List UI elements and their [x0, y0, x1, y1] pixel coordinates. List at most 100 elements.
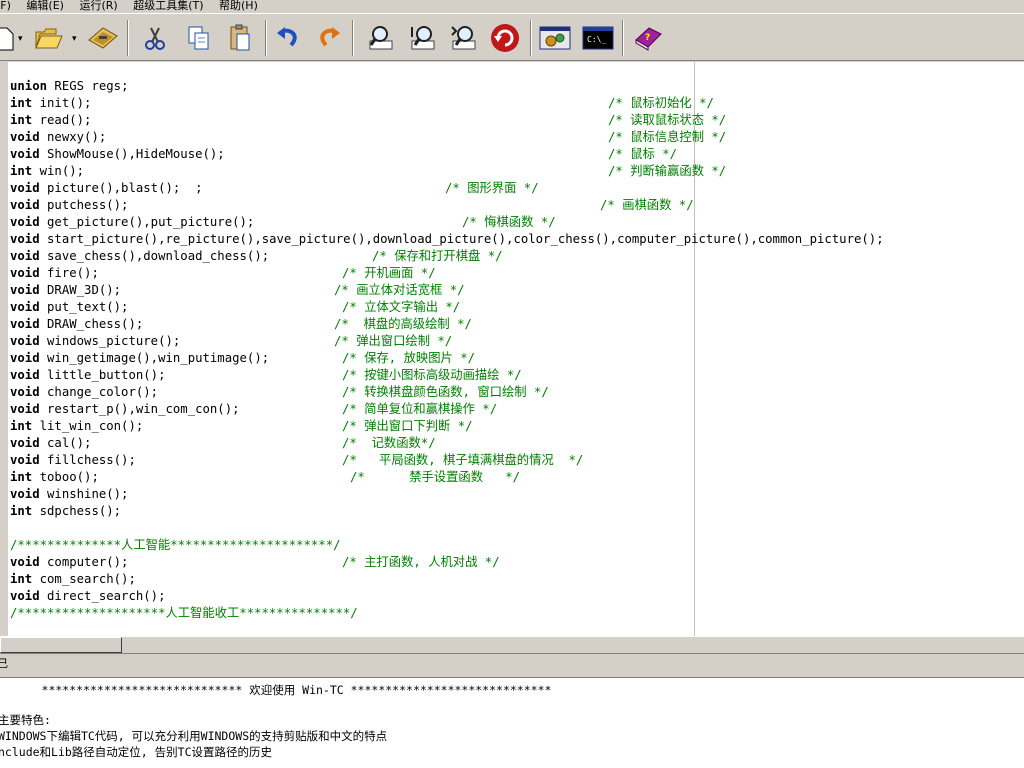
code-keyword: void — [10, 198, 40, 212]
code-statement: init(); — [32, 96, 92, 110]
code-keyword: void — [10, 334, 40, 348]
code-statement: sdpchess(); — [32, 504, 122, 518]
code-statement: restart_p(),win_com_con(); — [39, 402, 240, 416]
code-keyword: void — [10, 402, 40, 416]
code-editor[interactable]: union REGS regs; int init();/* 鼠标初始化 */in… — [0, 62, 1024, 636]
code-line: void get_picture(),put_picture(); /* 悔棋函数… — [10, 214, 884, 231]
output-line: nclude和Lib路径自动定位, 告别TC设置路径的历史 — [0, 745, 273, 759]
undo-button[interactable] — [271, 22, 305, 54]
scissors-icon — [145, 27, 165, 50]
svg-text:?: ? — [645, 33, 650, 43]
code-comment: /**************人工智能*********************… — [10, 538, 341, 552]
code-statement: little_button(); — [39, 368, 166, 382]
code-keyword: int — [10, 470, 33, 484]
menu-run[interactable]: 运行(R) — [79, 0, 117, 11]
scrollbar-thumb[interactable] — [0, 637, 122, 653]
open-file-button[interactable] — [32, 22, 66, 54]
toolbar-separator — [265, 20, 267, 56]
code-comment: /* 画棋函数 */ — [600, 198, 694, 212]
replace-button[interactable] — [447, 22, 481, 54]
code-line: void little_button(); /* 按键小图标高级动画描绘 */ — [10, 367, 884, 384]
code-line: void direct_search(); — [10, 588, 884, 605]
menu-file[interactable]: (F) — [0, 0, 11, 11]
menu-help[interactable]: 帮助(H) — [219, 0, 258, 11]
redo-icon — [320, 27, 340, 47]
output-line: ***************************** 欢迎使用 Win-T… — [0, 683, 552, 697]
new-file-button[interactable] — [0, 22, 20, 54]
copy-button[interactable] — [182, 22, 216, 54]
code-statement: picture(),blast(); ; — [39, 181, 203, 195]
code-line: void restart_p(),win_com_con(); /* 简单复位和赢… — [10, 401, 884, 418]
refresh-icon — [491, 24, 519, 52]
code-statement: win_getimage(),win_putimage(); — [39, 351, 270, 365]
horizontal-scrollbar[interactable] — [0, 636, 1024, 653]
save-disk-icon — [88, 27, 118, 49]
find-button[interactable] — [364, 22, 398, 54]
code-line: int read(); /* 读取鼠标状态 */ — [10, 112, 884, 129]
code-keyword: void — [10, 266, 40, 280]
code-statement: read(); — [32, 113, 92, 127]
find-next-icon — [411, 26, 435, 50]
code-line: void win_getimage(),win_putimage(); /* 保存… — [10, 350, 884, 367]
code-comment: /* 图形界面 */ — [445, 181, 539, 195]
code-keyword: void — [10, 147, 40, 161]
find-icon — [369, 26, 393, 50]
paste-button[interactable] — [223, 22, 257, 54]
compile-gears-icon — [539, 26, 571, 50]
compile-button[interactable] — [538, 22, 572, 54]
new-dropdown-arrow-icon[interactable]: ▾ — [18, 34, 23, 44]
toolbar-separator — [530, 20, 532, 56]
code-comment: /* 悔棋函数 */ — [462, 215, 556, 229]
code-comment: /* 按键小图标高级动画描绘 */ — [342, 368, 522, 382]
code-line: int lit_win_con(); /* 弹出窗口下判断 */ — [10, 418, 884, 435]
code-line: void winshine(); — [10, 486, 884, 503]
svg-text:C:\_: C:\_ — [587, 35, 606, 44]
open-dropdown-arrow-icon[interactable]: ▾ — [72, 34, 77, 44]
code-line: void change_color(); /* 转换棋盘颜色函数, 窗口绘制 */ — [10, 384, 884, 401]
find-next-button[interactable] — [406, 22, 440, 54]
splitter-label: 己 — [0, 657, 8, 670]
code-line: void computer(); /* 主打函数, 人机对战 */ — [10, 554, 884, 571]
code-statement: DRAW_3D(); — [39, 283, 122, 297]
cut-button[interactable] — [138, 22, 172, 54]
code-comment: /* 保存, 放映图片 */ — [342, 351, 476, 365]
console-button[interactable]: C:\_ — [581, 22, 615, 54]
output-panel: ***************************** 欢迎使用 Win-T… — [0, 677, 1024, 768]
code-comment: /* 画立体对话宽框 */ — [334, 283, 465, 297]
code-line: int win(); /* 判断输赢函数 */ — [10, 163, 884, 180]
menu-tools[interactable]: 超级工具集(T) — [133, 0, 203, 11]
code-comment: /* 弹出窗口绘制 */ — [334, 334, 453, 348]
code-line: void start_picture(),re_picture(),save_p… — [10, 231, 884, 248]
code-line: void picture(),blast(); ; /* 图形界面 */ — [10, 180, 884, 197]
code-keyword: void — [10, 555, 40, 569]
code-keyword: int — [10, 419, 33, 433]
save-file-button[interactable] — [86, 22, 120, 54]
code-statement: toboo(); — [32, 470, 99, 484]
undo-icon — [277, 27, 297, 47]
code-statement: newxy(); — [39, 130, 107, 144]
code-comment: /* 禁手设置函数 */ — [350, 470, 521, 484]
code-keyword: int — [10, 572, 33, 586]
output-line: 主要特色: — [0, 713, 51, 727]
code-statement: lit_win_con(); — [32, 419, 144, 433]
code-line: void DRAW_3D(); /* 画立体对话宽框 */ — [10, 282, 884, 299]
help-book-button[interactable]: ? — [631, 22, 665, 54]
code-keyword: int — [10, 504, 33, 518]
refresh-button[interactable] — [488, 22, 522, 54]
code-line: void fillchess(); /* 平局函数, 棋子填满棋盘的情况 */ — [10, 452, 884, 469]
menu-edit[interactable]: 编辑(E) — [26, 0, 64, 11]
code-keyword: void — [10, 589, 40, 603]
code-keyword: void — [10, 436, 40, 450]
code-keyword: union — [10, 79, 48, 93]
code-statement: start_picture(),re_picture(),save_pictur… — [39, 232, 884, 246]
redo-button[interactable] — [312, 22, 346, 54]
panel-splitter[interactable]: 己 — [0, 653, 1024, 670]
code-line: void save_chess(),download_chess(); /* 保存… — [10, 248, 884, 265]
code-statement: computer(); — [39, 555, 129, 569]
toolbar-separator — [127, 20, 129, 56]
code-keyword: void — [10, 181, 40, 195]
code-statement: win(); — [32, 164, 85, 178]
code-comment: /* 主打函数, 人机对战 */ — [342, 555, 500, 569]
code-comment: /* 鼠标信息控制 */ — [608, 130, 727, 144]
code-statement: save_chess(),download_chess(); — [39, 249, 270, 263]
